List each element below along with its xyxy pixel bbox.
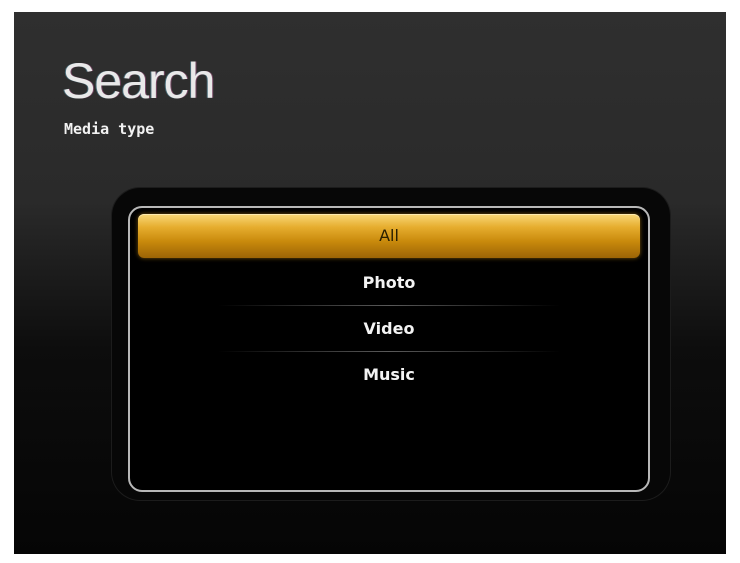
menu-item-label: All: [379, 226, 399, 245]
page-title: Search: [62, 53, 215, 109]
page-subtitle: Media type: [64, 120, 155, 138]
media-type-menu: All Photo Video Music: [138, 214, 640, 398]
menu-item-label: Video: [363, 319, 415, 338]
menu-item-all[interactable]: All: [138, 214, 640, 258]
tv-screen: Search Media type All Photo Video Music: [14, 12, 726, 554]
menu-item-label: Music: [363, 365, 415, 384]
media-type-menu-panel: All Photo Video Music: [128, 206, 650, 492]
menu-item-label: Photo: [362, 273, 416, 292]
menu-item-music[interactable]: Music: [138, 352, 640, 398]
menu-item-video[interactable]: Video: [138, 306, 640, 352]
menu-item-photo[interactable]: Photo: [138, 260, 640, 306]
